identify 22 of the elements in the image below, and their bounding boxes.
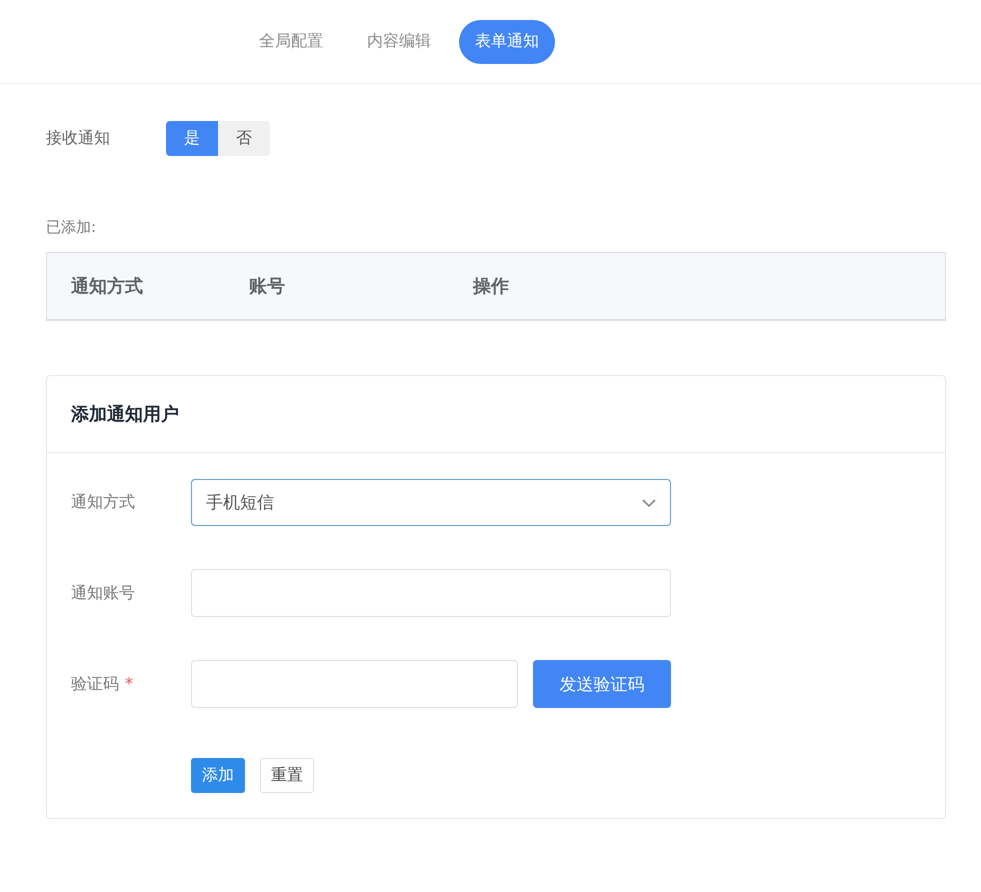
field-label: 通知方式 — [71, 492, 135, 513]
input-field[interactable] — [191, 660, 518, 708]
add-button[interactable]: 添加 — [191, 758, 245, 793]
required-mark: * — [125, 674, 133, 694]
field-label: 验证码 — [71, 674, 119, 694]
toggle-option[interactable]: 否 — [218, 121, 270, 156]
column-header: 操作 — [473, 275, 510, 298]
tab[interactable]: 全局配置 — [243, 20, 339, 64]
field-label: 通知账号 — [71, 582, 135, 604]
column-header: 通知方式 — [71, 275, 144, 298]
tab[interactable]: 内容编辑 — [351, 20, 447, 64]
chevron-down-icon — [642, 498, 656, 506]
section-label: 已添加: — [46, 218, 98, 237]
column-header: 账号 — [249, 275, 286, 298]
field-label: 接收通知 — [46, 128, 111, 149]
send-code-button[interactable]: 发送验证码 — [533, 660, 671, 708]
card-title: 添加通知用户 — [71, 403, 179, 426]
toggle-option[interactable]: 是 — [166, 121, 218, 156]
select-field[interactable]: 手机短信 — [191, 479, 671, 526]
reset-button[interactable]: 重置 — [260, 758, 314, 793]
tab[interactable]: 表单通知 — [459, 20, 555, 64]
input-field[interactable] — [191, 569, 671, 617]
